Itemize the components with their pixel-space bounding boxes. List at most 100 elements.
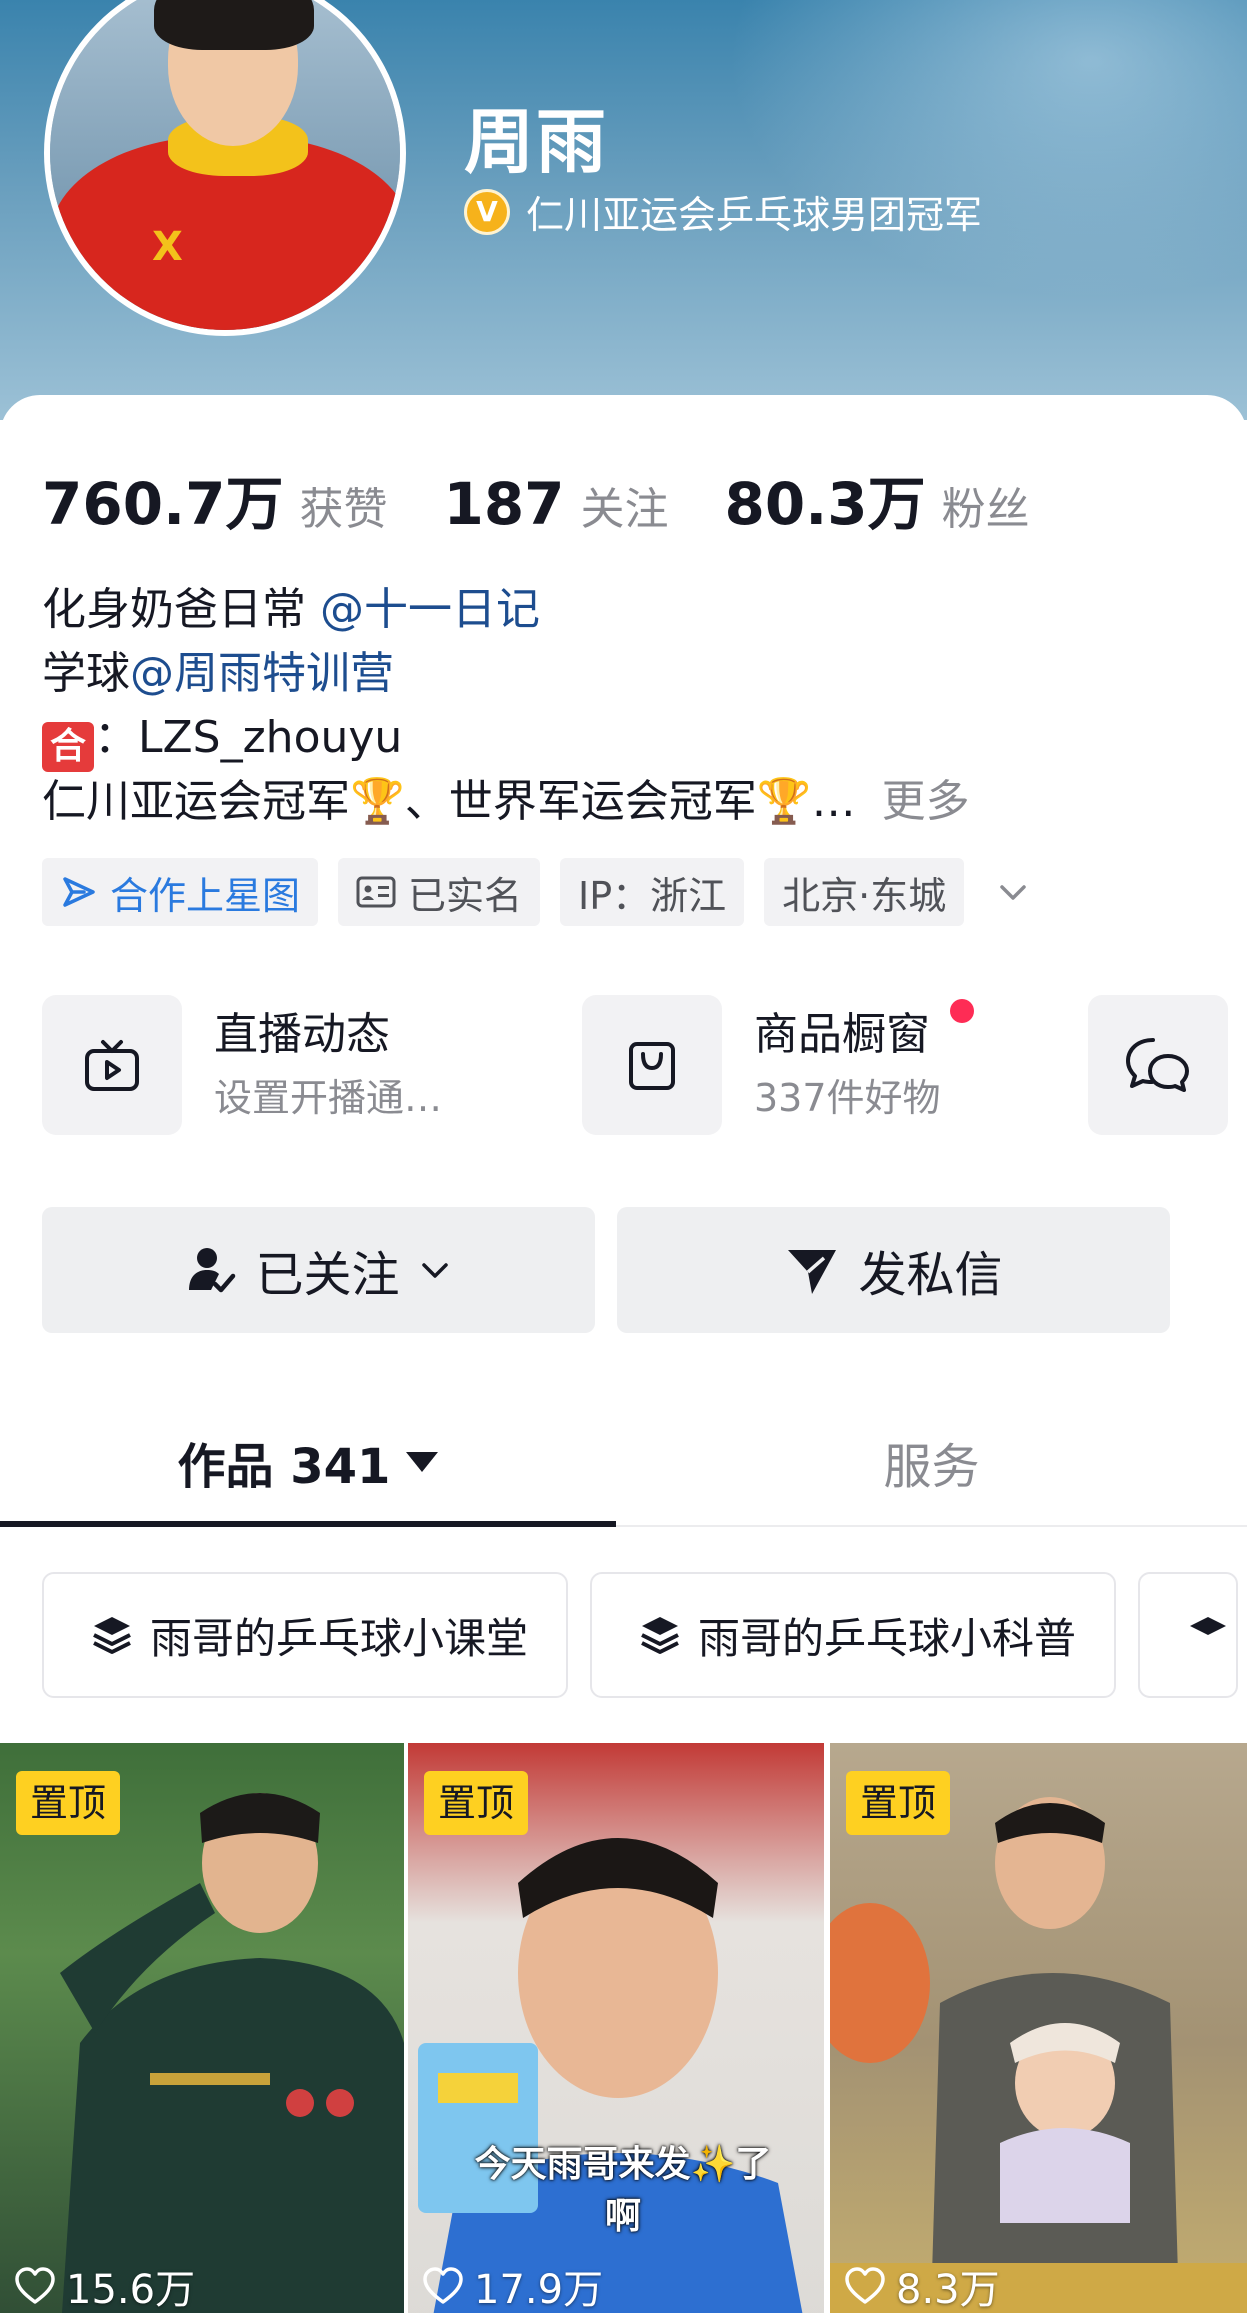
mention-link[interactable]: @十一日记: [320, 584, 540, 635]
live-entry[interactable]: 直播动态 设置开播通…: [42, 995, 442, 1135]
tag-label: 已实名: [408, 873, 523, 918]
video-grid: 置顶 15.6万 置顶 今天雨哥来发✨了啊 17.9万 置顶 8.3万: [0, 1743, 1247, 2313]
id-card-icon: [356, 876, 396, 908]
star-map-icon: [63, 877, 95, 907]
layers-icon: [641, 1617, 679, 1654]
message-label: 发私信: [858, 1247, 1003, 1303]
notice-dot: [950, 999, 974, 1023]
pinned-badge: 置顶: [846, 1771, 951, 1835]
like-count-value: 8.3万: [896, 2267, 1000, 2313]
like-count-value: 17.9万: [474, 2267, 604, 2313]
video-thumbnail[interactable]: 置顶 8.3万: [830, 1743, 1247, 2313]
chat-bubbles-icon: [1126, 1038, 1189, 1092]
followed-label: 已关注: [255, 1247, 400, 1303]
collection-chip[interactable]: 雨哥的乒乓球小课堂: [42, 1572, 569, 1698]
bio-line: 仁川亚运会冠军🏆、世界军运会冠军🏆… 更多: [42, 770, 970, 834]
stat-value: 80.3万: [724, 470, 926, 538]
shop-subtitle: 337件好物: [754, 1076, 941, 1120]
tab-works-label: 作品 341: [177, 1439, 391, 1495]
message-button[interactable]: 发私信: [617, 1207, 1170, 1333]
stat-label: 获赞: [299, 484, 388, 535]
chevron-down-icon[interactable]: [998, 877, 1028, 907]
bio-text: ：LZS_zhouyu: [94, 712, 403, 763]
tab-service-label: 服务: [883, 1439, 980, 1495]
tab-service[interactable]: 服务: [616, 1397, 1247, 1527]
stat-value: 760.7万: [42, 470, 284, 538]
shop-icon-box: [582, 995, 722, 1135]
avatar[interactable]: X: [44, 0, 406, 336]
tab-indicator: [0, 1521, 616, 1527]
live-text: 直播动态 设置开播通…: [214, 1005, 442, 1125]
heart-icon: [845, 2267, 885, 2304]
tab-bar: 作品 341 服务: [0, 1397, 1247, 1527]
tag-label: IP：浙江: [578, 873, 727, 918]
live-icon-box: [42, 995, 182, 1135]
pinned-badge: 置顶: [424, 1771, 529, 1835]
mention-link[interactable]: @周雨特训营: [130, 648, 394, 699]
stat-value: 187: [443, 470, 565, 538]
action-row: 已关注 发私信: [42, 1207, 1170, 1333]
collection-label: 雨哥的乒乓球小课堂: [150, 1613, 529, 1663]
tag-label: 合作上星图: [110, 873, 301, 918]
video-thumbnail[interactable]: 置顶 15.6万: [0, 1743, 404, 2313]
collection-chip[interactable]: 雨哥的乒乓球小科普: [590, 1572, 1117, 1698]
verification-text: 仁川亚运会乒乓球男团冠军: [526, 193, 983, 237]
tag-ip: IP：浙江: [560, 858, 745, 926]
profile-name: 周雨: [464, 101, 608, 183]
v-badge-icon: V: [464, 188, 510, 235]
bio-line: 化身奶爸日常 @十一日记: [42, 578, 970, 642]
tag-location[interactable]: 北京·东城: [764, 858, 965, 926]
like-count: 15.6万: [14, 2257, 195, 2313]
caret-down-icon: [406, 1452, 439, 1472]
heart-icon: [15, 2267, 55, 2304]
like-count: 17.9万: [422, 2257, 603, 2313]
bag-icon: [629, 1042, 675, 1090]
bio-text: 学球: [42, 648, 130, 699]
collection-chip[interactable]: [1138, 1572, 1239, 1698]
tv-icon: [85, 1040, 139, 1091]
live-title: 直播动态: [214, 1009, 390, 1060]
person-check-icon: [189, 1248, 236, 1293]
tab-works[interactable]: 作品 341: [0, 1397, 616, 1527]
bio-line: 学球@周雨特训营: [42, 642, 970, 706]
like-count-value: 15.6万: [66, 2267, 196, 2313]
send-icon: [788, 1250, 837, 1294]
profile-card: 760.7万 获赞 187 关注 80.3万 粉丝 化身奶爸日常 @十一日记 学…: [0, 395, 1247, 2313]
verification: V 仁川亚运会乒乓球男团冠军: [464, 184, 982, 239]
bio-text: 仁川亚运会冠军🏆、世界军运会冠军🏆…: [42, 776, 856, 827]
chevron-down-icon: [421, 1263, 448, 1278]
cooperation-badge-icon: 合: [42, 722, 94, 772]
tag-label: 北京·东城: [782, 873, 947, 918]
stat-label: 关注: [580, 484, 669, 535]
bio-line: 合：LZS_zhouyu: [42, 706, 970, 772]
live-subtitle: 设置开播通…: [214, 1076, 443, 1120]
layers-icon: [93, 1617, 131, 1654]
pinned-badge: 置顶: [16, 1771, 121, 1835]
shop-entry[interactable]: 商品橱窗 337件好物: [582, 995, 941, 1135]
like-count: 8.3万: [844, 2257, 1000, 2313]
profile-page: X 周雨 V 仁川亚运会乒乓球男团冠军 760.7万 获赞 187 关注 80.…: [0, 0, 1247, 2313]
stats-row: 760.7万 获赞 187 关注 80.3万 粉丝: [42, 457, 1086, 538]
layers-icon: [1190, 1617, 1227, 1635]
stat-likes[interactable]: 760.7万 获赞: [42, 457, 387, 541]
shop-title: 商品橱窗: [754, 1009, 930, 1060]
more-link[interactable]: 更多: [882, 776, 970, 827]
stat-followers[interactable]: 80.3万 粉丝: [725, 457, 1030, 541]
followed-button[interactable]: 已关注: [42, 1207, 595, 1333]
video-thumbnail[interactable]: 置顶 今天雨哥来发✨了啊 17.9万: [408, 1743, 824, 2313]
service-row: 直播动态 设置开播通… 商品橱窗 337件好物: [42, 995, 1247, 1135]
tag-row: 合作上星图 已实名 IP：浙江 北京·东城: [42, 858, 1028, 926]
shop-text: 商品橱窗 337件好物: [754, 1005, 941, 1125]
stat-label: 粉丝: [941, 484, 1030, 535]
tag-star-map[interactable]: 合作上星图: [42, 858, 319, 926]
tag-verified[interactable]: 已实名: [338, 858, 541, 926]
bio-text: 化身奶爸日常: [42, 584, 320, 635]
chat-icon-box: [1088, 995, 1228, 1135]
bio[interactable]: 化身奶爸日常 @十一日记 学球@周雨特训营 合：LZS_zhouyu 仁川亚运会…: [42, 578, 970, 834]
group-chat-entry[interactable]: [1088, 995, 1228, 1135]
heart-icon: [423, 2267, 463, 2304]
collection-row: 雨哥的乒乓球小课堂 雨哥的乒乓球小科普: [42, 1572, 1239, 1698]
stat-following[interactable]: 187 关注: [443, 470, 668, 538]
video-caption: 今天雨哥来发✨了啊: [474, 2144, 772, 2237]
collection-label: 雨哥的乒乓球小科普: [698, 1613, 1077, 1663]
